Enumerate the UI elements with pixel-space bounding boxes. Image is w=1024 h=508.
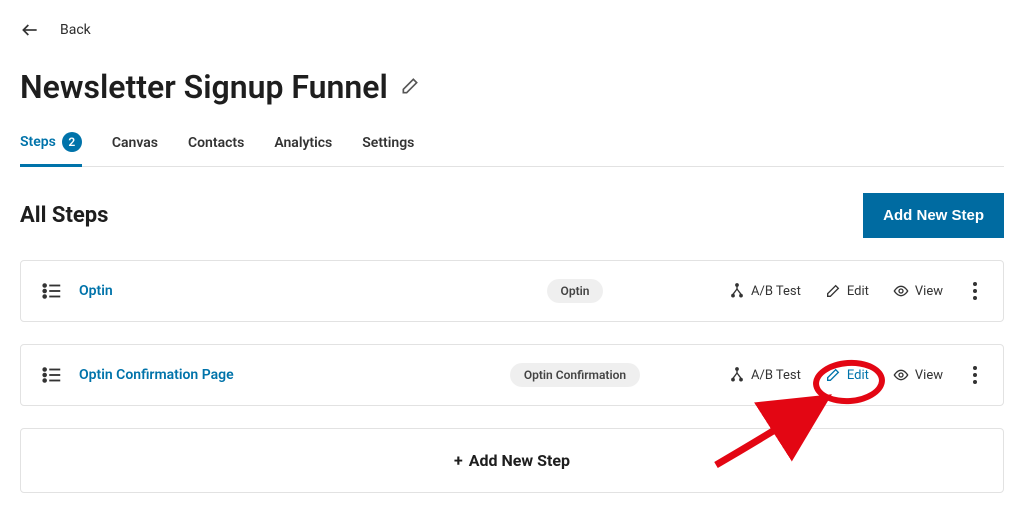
edit-title-icon[interactable] <box>400 76 422 98</box>
pencil-icon <box>825 367 841 383</box>
list-icon <box>41 280 63 302</box>
back-arrow-icon[interactable] <box>20 20 40 40</box>
tab-analytics[interactable]: Analytics <box>274 132 332 166</box>
back-button[interactable]: Back <box>60 22 91 38</box>
view-label: View <box>915 284 943 299</box>
more-menu-icon[interactable] <box>967 365 983 385</box>
eye-icon <box>893 367 909 383</box>
tab-steps-label: Steps <box>20 134 56 150</box>
eye-icon <box>893 283 909 299</box>
step-name-link[interactable]: Optin <box>79 283 113 299</box>
add-new-step-button[interactable]: Add New Step <box>863 193 1004 238</box>
page-title: Newsletter Signup Funnel <box>20 68 388 106</box>
steps-count-badge: 2 <box>62 132 82 152</box>
edit-button[interactable]: Edit <box>825 367 869 383</box>
plus-icon: + <box>454 451 463 470</box>
step-type-badge: Optin <box>547 279 604 303</box>
tab-canvas[interactable]: Canvas <box>112 132 158 166</box>
view-label: View <box>915 368 943 383</box>
edit-label: Edit <box>847 284 869 299</box>
split-icon <box>729 283 745 299</box>
abtest-label: A/B Test <box>751 368 801 383</box>
abtest-label: A/B Test <box>751 284 801 299</box>
step-name-link[interactable]: Optin Confirmation Page <box>79 367 234 383</box>
step-type-badge: Optin Confirmation <box>510 363 640 387</box>
view-button[interactable]: View <box>893 367 943 383</box>
abtest-button[interactable]: A/B Test <box>729 367 801 383</box>
tab-contacts[interactable]: Contacts <box>188 132 244 166</box>
pencil-icon <box>825 283 841 299</box>
tab-steps[interactable]: Steps 2 <box>20 132 82 167</box>
tab-bar: Steps 2 Canvas Contacts Analytics Settin… <box>20 132 1004 167</box>
add-new-step-bar[interactable]: + Add New Step <box>20 428 1004 493</box>
edit-button[interactable]: Edit <box>825 283 869 299</box>
list-icon <box>41 364 63 386</box>
section-title: All Steps <box>20 203 108 228</box>
edit-label: Edit <box>847 368 869 383</box>
add-new-step-label: Add New Step <box>469 451 570 470</box>
split-icon <box>729 367 745 383</box>
tab-settings[interactable]: Settings <box>362 132 414 166</box>
step-row: Optin Confirmation Page Optin Confirmati… <box>20 344 1004 406</box>
view-button[interactable]: View <box>893 283 943 299</box>
step-row: Optin Optin A/B Test Edit View <box>20 260 1004 322</box>
more-menu-icon[interactable] <box>967 281 983 301</box>
abtest-button[interactable]: A/B Test <box>729 283 801 299</box>
